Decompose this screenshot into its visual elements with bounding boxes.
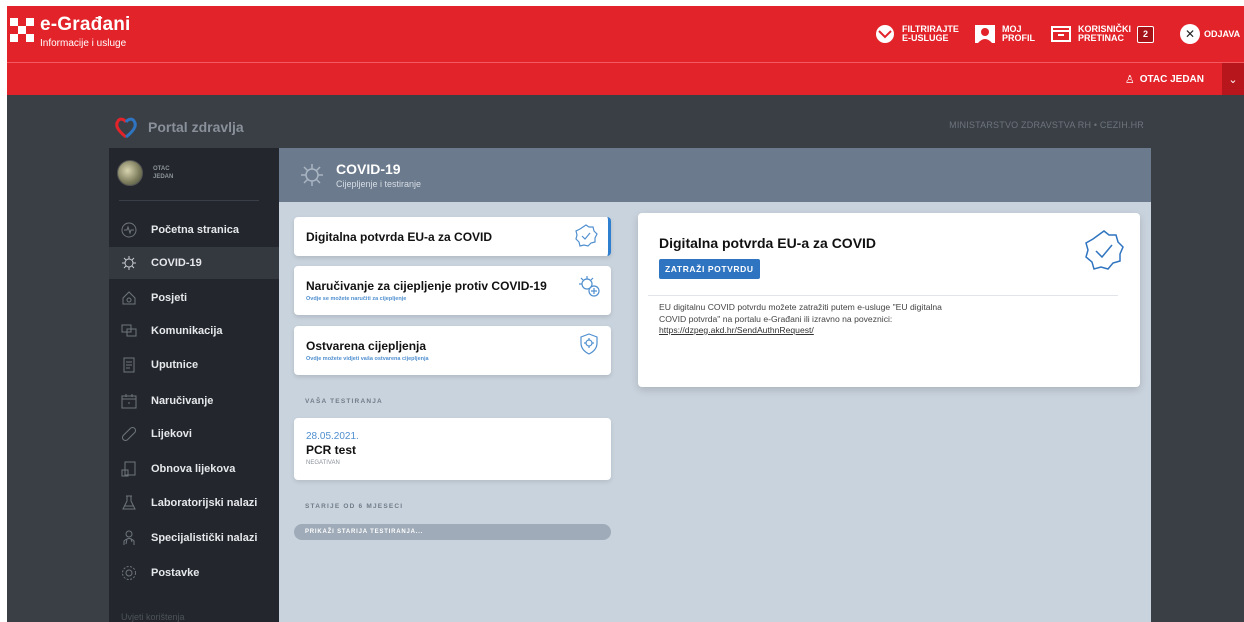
chat-icon [121,323,137,339]
section-header: COVID-19 Cijepljenje i testiranje [279,148,1151,202]
chevron-down-icon[interactable]: ⌄ [1222,63,1244,96]
inbox-icon [1049,24,1073,44]
sidebar-item-label: Specijalistički nalazi [151,532,258,544]
filter-label-2: E-USLUGE [902,33,949,43]
user-bar: ♙ OTAC JEDAN ⌄ [7,62,1244,96]
sidebar-item-communication[interactable]: Komunikacija [109,315,279,347]
brand-title[interactable]: e-Građani [40,14,131,36]
card-eu-covid-certificate[interactable]: Digitalna potvrda EU-a za COVID [294,217,611,256]
sidebar-item-label: Komunikacija [151,325,223,337]
card-title: Digitalna potvrda EU-a za COVID [306,230,493,244]
certificate-icon [1085,230,1124,270]
brand-subtitle: Informacije i usluge [40,38,127,49]
filter-icon [873,24,897,44]
user-name: OTAC JEDAN [1139,74,1204,85]
my-profile-button[interactable]: MOJ PROFIL [973,20,1035,48]
show-older-tests-button[interactable]: PRIKAŽI STARIJA TESTIRANJA... [294,524,611,540]
certificate-icon [575,224,598,247]
logout-label: ODJAVA [1204,28,1241,39]
sidebar-item-home[interactable]: Početna stranica [109,214,279,246]
terms-link[interactable]: Uvjeti korištenja [121,612,185,622]
card-subtitle: Ovdje se možete naručiti za cijepljenje [306,296,407,302]
pill-icon [121,426,137,442]
test-card[interactable]: 28.05.2021. PCR test NEGATIVAN [294,418,611,480]
portal-title[interactable]: Portal zdravlja [114,116,244,138]
flask-icon [121,495,137,511]
house-icon [121,290,137,306]
close-icon: ✕ [1180,24,1200,44]
profile-label-2: PROFIL [1002,33,1035,43]
calendar-icon [121,393,137,409]
virus-icon [121,255,137,271]
virus-shield-icon [579,276,600,297]
doctor-icon [121,530,137,546]
test-result: NEGATIVAN [306,460,340,466]
sidebar-item-appointments[interactable]: Naručivanje [109,385,279,417]
tests-section-label: VAŠA TESTIRANJA [305,398,383,405]
inbox-count-badge: 2 [1137,25,1155,43]
sidebar-item-prescription-renewal[interactable]: Obnova lijekova [109,453,279,485]
sidebar-item-label: Uputnice [151,359,199,371]
card-title: Ostvarena cijepljenja [306,339,427,353]
avatar [117,160,143,186]
detail-text: EU digitalnu COVID potvrdu možete zatraž… [659,302,959,337]
older-section-label: STARIJE OD 6 MJESECI [305,503,404,510]
virus-icon [301,164,323,186]
card-title: Naručivanje za cijepljenje protiv COVID-… [306,279,547,293]
sidebar-item-label: Lijekovi [151,428,192,440]
sidebar-item-label: Postavke [151,567,200,579]
sidebar-item-label: Početna stranica [151,224,240,236]
section-title: COVID-19 [336,161,401,177]
person-icon: ♙ [1124,74,1135,86]
detail-link[interactable]: https://dzpeg.akd.hr/SendAuthnRequest/ [659,325,814,335]
top-header: e-Građani Informacije i usluge FILTRIRAJ… [7,6,1244,62]
test-name: PCR test [306,443,357,457]
sidebar-item-label: Posjeti [151,292,188,304]
sidebar-item-label: Laboratorijski nalazi [151,497,258,509]
gear-icon [121,565,137,581]
logout-button[interactable]: ✕ ODJAVA [1180,20,1240,48]
section-subtitle: Cijepljenje i testiranje [336,179,422,189]
main-content: COVID-19 Cijepljenje i testiranje Digita… [279,148,1151,622]
ministry-label: MINISTARSTVO ZDRAVSTVA RH • CEZIH.HR [949,120,1144,130]
page-background-right [1151,148,1244,622]
sidebar-item-label: COVID-19 [151,257,202,269]
heart-logo-icon [115,117,137,138]
egradjani-logo[interactable] [10,18,34,42]
portal-title-text: Portal zdravlja [148,119,244,135]
user-inbox-button[interactable]: KORISNIČKI PRETINAC 2 [1049,20,1155,48]
sidebar-item-specialist-results[interactable]: Specijalistički nalazi [109,522,279,554]
test-date: 28.05.2021. [306,431,359,442]
filter-services-button[interactable]: FILTRIRAJTE E-USLUGE [873,20,959,48]
request-certificate-button[interactable]: ZATRAŽI POTVRDU [659,259,760,279]
profile-icon [973,24,997,44]
card-vaccination-booking[interactable]: Naručivanje za cijepljenje protiv COVID-… [294,266,611,315]
sidebar-item-referrals[interactable]: Uputnice [109,349,279,381]
divider [119,200,259,201]
divider [648,295,1118,296]
sidebar-item-covid[interactable]: COVID-19 [109,247,279,279]
sidebar-item-medicines[interactable]: Lijekovi [109,418,279,450]
user-line-1: OTAC [153,166,170,172]
sidebar: OTAC JEDAN Početna stranica COVID-19 Pos… [109,148,279,622]
sidebar-item-visits[interactable]: Posjeti [109,282,279,314]
detail-description: EU digitalnu COVID potvrdu možete zatraž… [659,302,942,324]
detail-title: Digitalna potvrda EU-a za COVID [659,235,877,251]
sidebar-item-lab-results[interactable]: Laboratorijski nalazi [109,487,279,519]
document-icon [121,357,137,373]
detail-panel: Digitalna potvrda EU-a za COVID ZATRAŽI … [638,213,1140,387]
user-menu[interactable]: ♙ OTAC JEDAN [1125,73,1204,86]
sidebar-user[interactable]: OTAC JEDAN [117,160,173,186]
sidebar-item-label: Naručivanje [151,395,214,407]
shield-virus-icon [580,333,598,355]
card-vaccinations-received[interactable]: Ostvarena cijepljenja Ovdje možete vidje… [294,326,611,375]
inbox-label-2: PRETINAC [1078,33,1125,43]
user-line-2: JEDAN [153,174,174,180]
sidebar-item-label: Obnova lijekova [151,463,236,475]
card-subtitle: Ovdje možete vidjeti vaša ostvarena cije… [306,356,429,362]
sidebar-item-settings[interactable]: Postavke [109,557,279,589]
prescription-icon [121,461,137,477]
pulse-icon [121,222,137,238]
